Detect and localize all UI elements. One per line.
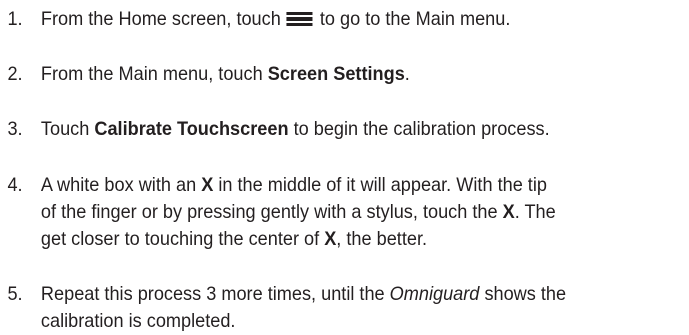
step-text: Touch Calibrate Touchscreen to begin the… bbox=[41, 116, 683, 143]
step-text: Repeat this process 3 more times, until … bbox=[41, 281, 683, 335]
step-number: 3. bbox=[7, 118, 23, 140]
step-text-after-icon: to go to the Main menu. bbox=[319, 8, 511, 30]
line-text: in the middle of it will appear. With th… bbox=[213, 174, 547, 196]
omniguard-label: Omniguard bbox=[389, 283, 480, 305]
x-label: X bbox=[502, 201, 515, 223]
step-line: of the finger or by pressing gently with… bbox=[41, 199, 683, 226]
screen-settings-label: Screen Settings bbox=[267, 63, 405, 85]
line-text: . The bbox=[514, 201, 556, 223]
step-text: A white box with an X in the middle of i… bbox=[41, 172, 683, 253]
step-line: get closer to touching the center of X, … bbox=[41, 226, 683, 253]
step-text: From the Home screen, touch to go to the … bbox=[41, 6, 683, 33]
x-label: X bbox=[324, 228, 337, 250]
step-text: From the Main menu, touch Screen Setting… bbox=[41, 61, 683, 88]
instruction-document: 1. From the Home screen, touch to go to t… bbox=[0, 0, 689, 335]
step-number: 1. bbox=[7, 8, 23, 30]
line-text: Repeat this process 3 more times, until … bbox=[40, 283, 390, 305]
calibrate-touchscreen-label: Calibrate Touchscreen bbox=[94, 118, 289, 140]
step-line: calibration is completed. bbox=[40, 310, 236, 332]
line-text: of the finger or by pressing gently with… bbox=[40, 201, 503, 223]
line-text: get closer to touching the center of bbox=[40, 228, 325, 250]
menu-icon bbox=[286, 12, 313, 26]
step-line: A white box with an X in the middle of i… bbox=[41, 172, 683, 199]
step-text-before-icon: From the Home screen, touch bbox=[40, 8, 281, 30]
step-text-before: Touch bbox=[40, 118, 95, 140]
step-number: 2. bbox=[7, 63, 23, 85]
step-text-after: to begin the calibration process. bbox=[288, 118, 550, 140]
step-number: 5. bbox=[7, 283, 23, 305]
line-text: shows the bbox=[479, 283, 567, 305]
line-text: A white box with an bbox=[40, 174, 202, 196]
step-text-before: From the Main menu, touch bbox=[40, 63, 268, 85]
step-number: 4. bbox=[7, 174, 23, 196]
line-text: , the better. bbox=[336, 228, 428, 250]
step-text-after: . bbox=[404, 63, 410, 85]
x-label: X bbox=[201, 174, 214, 196]
step-line: Repeat this process 3 more times, until … bbox=[41, 281, 683, 308]
